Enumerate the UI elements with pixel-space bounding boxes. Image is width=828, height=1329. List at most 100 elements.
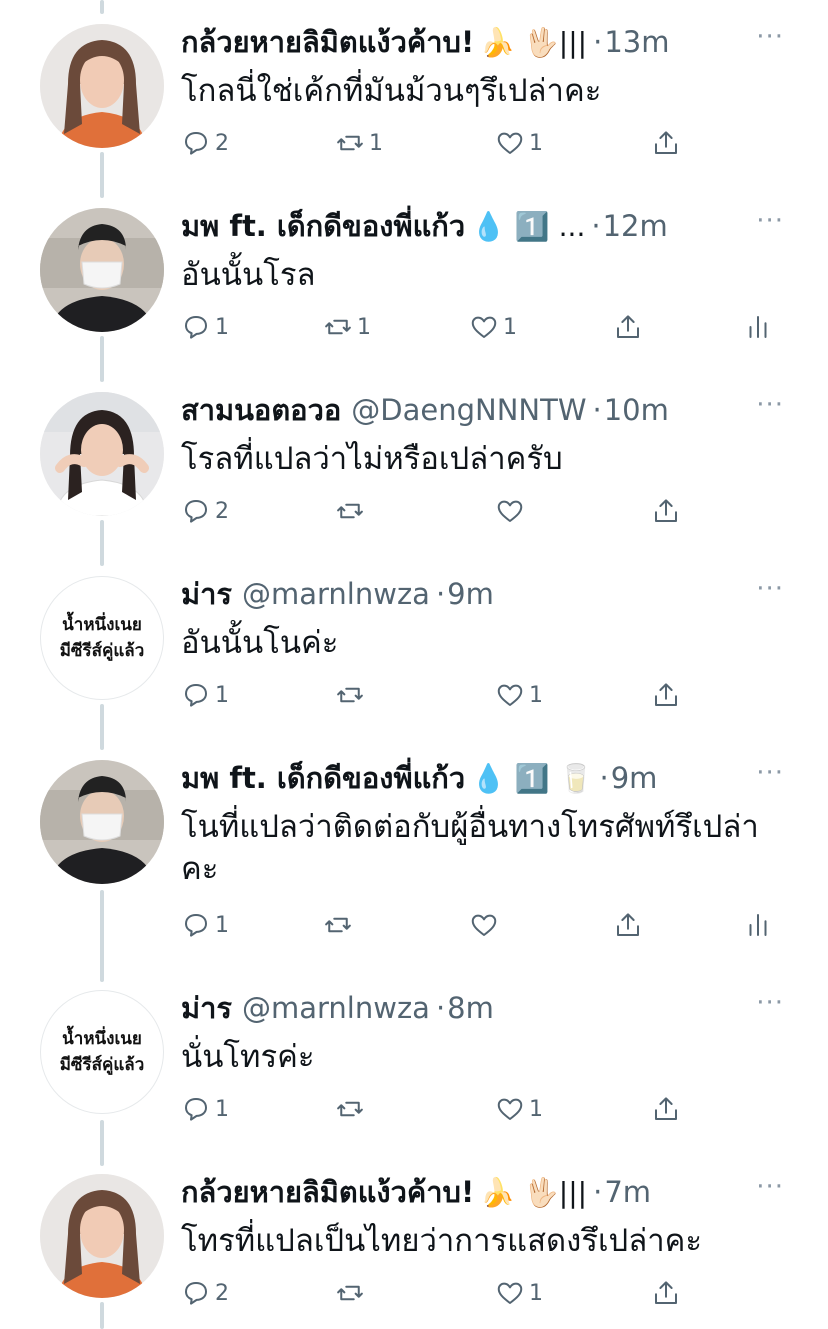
display-name[interactable]: ม่าร bbox=[181, 571, 232, 617]
more-options-icon[interactable]: ··· bbox=[756, 1172, 784, 1202]
name-emojis: 🍌 🖖🏻||| bbox=[480, 25, 588, 59]
user-handle[interactable]: @marnlnwza bbox=[242, 991, 430, 1025]
avatar[interactable] bbox=[40, 760, 164, 884]
display-name[interactable]: กล้วยหายลิมิตแง้วค้าบ! bbox=[181, 1169, 474, 1215]
like-button[interactable] bbox=[469, 910, 499, 940]
retweet-button[interactable]: 1 bbox=[335, 128, 383, 158]
separator-dot: · bbox=[435, 577, 446, 611]
tweet[interactable]: น้ำหนึ่งเนย มีซีรีส์คู่แล้ว ม่าร @marnln… bbox=[0, 552, 828, 736]
tweet[interactable]: มพ ft. เด็กดีของพี่แก้ว 💧 1️⃣ 🥛 · 9m ···… bbox=[0, 736, 828, 966]
analytics-button[interactable] bbox=[743, 312, 773, 342]
name-emojis: 💧 1️⃣ 🥛 bbox=[471, 761, 594, 795]
display-name[interactable]: มพ ft. เด็กดีของพี่แก้ว bbox=[181, 203, 465, 249]
timestamp[interactable]: 13m bbox=[604, 25, 669, 59]
retweet-button[interactable] bbox=[323, 910, 353, 940]
reply-button[interactable]: 2 bbox=[181, 1278, 229, 1308]
like-button[interactable]: 1 bbox=[495, 128, 543, 158]
tweet[interactable]: กล้วยหายลิมิตแง้วค้าบ! 🍌 🖖🏻||| · 13m ···… bbox=[0, 0, 828, 184]
like-button[interactable]: 1 bbox=[495, 1094, 543, 1124]
timestamp[interactable]: 8m bbox=[447, 991, 494, 1025]
timestamp[interactable]: 7m bbox=[604, 1175, 651, 1209]
share-button[interactable] bbox=[613, 312, 643, 342]
analytics-button[interactable] bbox=[743, 910, 773, 940]
tweet-actions: 1 bbox=[181, 910, 821, 950]
reply-button[interactable]: 2 bbox=[181, 496, 229, 526]
avatar[interactable] bbox=[40, 208, 164, 332]
timestamp[interactable]: 9m bbox=[611, 761, 658, 795]
tweet-header: มพ ft. เด็กดีของพี่แก้ว 💧 1️⃣ ... · 12m bbox=[181, 204, 768, 248]
retweet-icon bbox=[325, 319, 351, 335]
user-handle[interactable]: @marnlnwza bbox=[242, 577, 430, 611]
tweet-header: ม่าร @marnlnwza · 9m bbox=[181, 572, 768, 616]
reply-button[interactable]: 2 bbox=[181, 128, 229, 158]
share-button[interactable] bbox=[651, 128, 681, 158]
reply-button[interactable]: 1 bbox=[181, 910, 229, 940]
avatar-photo bbox=[40, 760, 164, 884]
like-button[interactable]: 1 bbox=[495, 1278, 543, 1308]
reply-button[interactable]: 1 bbox=[181, 312, 229, 342]
retweet-icon bbox=[337, 687, 363, 703]
heart-icon bbox=[471, 316, 497, 338]
share-button[interactable] bbox=[651, 1278, 681, 1308]
display-name[interactable]: กล้วยหายลิมิตแง้วค้าบ! bbox=[181, 19, 474, 65]
retweet-count: 1 bbox=[369, 130, 383, 156]
timestamp[interactable]: 10m bbox=[604, 393, 669, 427]
retweet-button[interactable] bbox=[335, 1278, 365, 1308]
reply-button[interactable]: 1 bbox=[181, 680, 229, 710]
tweet-header: กล้วยหายลิมิตแง้วค้าบ! 🍌 🖖🏻||| · 7m bbox=[181, 1170, 768, 1214]
name-emojis: 🍌 🖖🏻||| bbox=[480, 1175, 588, 1209]
display-name[interactable]: สามนอตอวอ bbox=[181, 387, 341, 433]
tweet[interactable]: น้ำหนึ่งเนย มีซีรีส์คู่แล้ว ม่าร @marnln… bbox=[0, 966, 828, 1150]
more-options-icon[interactable]: ··· bbox=[756, 758, 784, 788]
tweet-actions: 1 1 1 bbox=[181, 312, 821, 352]
tweet-text: โทรที่แปลเป็นไทยว่าการแสดงรึเปล่าคะ bbox=[181, 1223, 703, 1259]
display-name[interactable]: มพ ft. เด็กดีของพี่แก้ว bbox=[181, 755, 465, 801]
share-button[interactable] bbox=[651, 1094, 681, 1124]
like-button[interactable] bbox=[495, 496, 525, 526]
more-options-icon[interactable]: ··· bbox=[756, 206, 784, 236]
tweet[interactable]: มพ ft. เด็กดีของพี่แก้ว 💧 1️⃣ ... · 12m … bbox=[0, 184, 828, 368]
avatar[interactable] bbox=[40, 1174, 164, 1298]
heart-icon bbox=[497, 1282, 523, 1304]
like-button[interactable]: 1 bbox=[469, 312, 517, 342]
share-icon bbox=[655, 1281, 677, 1304]
retweet-icon bbox=[337, 503, 363, 519]
avatar[interactable]: น้ำหนึ่งเนย มีซีรีส์คู่แล้ว bbox=[40, 990, 164, 1114]
avatar[interactable] bbox=[40, 24, 164, 148]
tweet[interactable]: สามนอตอวอ @DaengNNNTW · 10m ··· โรลที่แป… bbox=[0, 368, 828, 552]
reply-count: 1 bbox=[215, 1096, 229, 1122]
tweet-header: กล้วยหายลิมิตแง้วค้าบ! 🍌 🖖🏻||| · 13m bbox=[181, 20, 768, 64]
retweet-button[interactable] bbox=[335, 496, 365, 526]
timestamp[interactable]: 9m bbox=[447, 577, 494, 611]
conversation-thread: กล้วยหายลิมิตแง้วค้าบ! 🍌 🖖🏻||| · 13m ···… bbox=[0, 0, 828, 1329]
tweet-actions: 1 1 bbox=[181, 1094, 821, 1134]
avatar[interactable]: น้ำหนึ่งเนย มีซีรีส์คู่แล้ว bbox=[40, 576, 164, 700]
tweet[interactable]: กล้วยหายลิมิตแง้วค้าบ! 🍌 🖖🏻||| · 7m ··· … bbox=[0, 1150, 828, 1329]
more-options-icon[interactable]: ··· bbox=[756, 390, 784, 420]
analytics-icon bbox=[749, 316, 767, 338]
display-name[interactable]: ม่าร bbox=[181, 985, 232, 1031]
share-button[interactable] bbox=[651, 496, 681, 526]
heart-icon bbox=[497, 500, 523, 522]
retweet-button[interactable]: 1 bbox=[323, 312, 371, 342]
reply-button[interactable]: 1 bbox=[181, 1094, 229, 1124]
reply-count: 2 bbox=[215, 1280, 229, 1306]
separator-dot: · bbox=[593, 1175, 603, 1209]
timestamp[interactable]: 12m bbox=[603, 209, 668, 243]
like-count: 1 bbox=[529, 1096, 543, 1122]
reply-count: 1 bbox=[215, 912, 229, 938]
reply-icon bbox=[185, 500, 207, 523]
tweet-actions: 2 1 1 bbox=[181, 128, 821, 168]
avatar-text-line: มีซีรีส์คู่แล้ว bbox=[59, 1055, 145, 1075]
avatar[interactable] bbox=[40, 392, 164, 516]
retweet-button[interactable] bbox=[335, 1094, 365, 1124]
share-button[interactable] bbox=[613, 910, 643, 940]
like-button[interactable]: 1 bbox=[495, 680, 543, 710]
more-options-icon[interactable]: ··· bbox=[756, 988, 784, 1018]
more-options-icon[interactable]: ··· bbox=[756, 574, 784, 604]
share-button[interactable] bbox=[651, 680, 681, 710]
retweet-icon bbox=[337, 1285, 363, 1301]
user-handle[interactable]: @DaengNNNTW bbox=[351, 393, 586, 427]
retweet-button[interactable] bbox=[335, 680, 365, 710]
more-options-icon[interactable]: ··· bbox=[756, 22, 784, 52]
